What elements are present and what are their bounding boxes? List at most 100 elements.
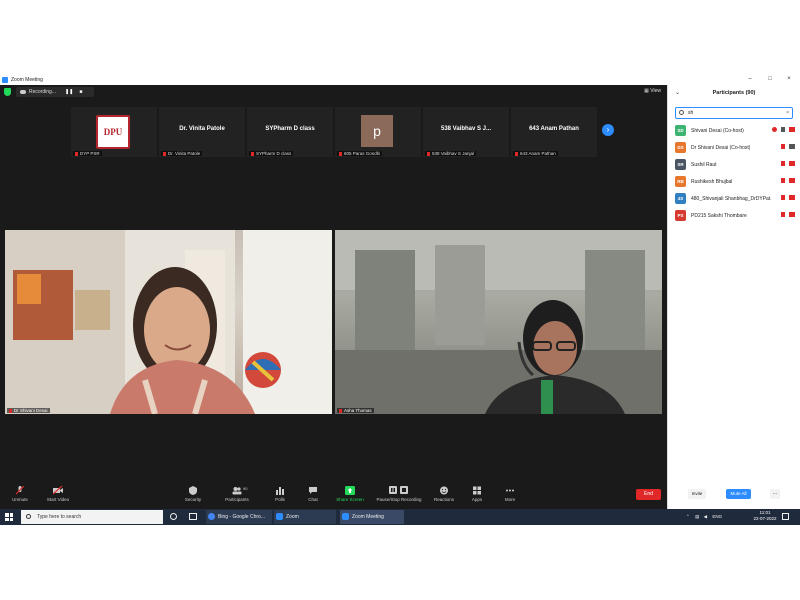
video-feed-participant[interactable]: Asha Thomas [335,230,662,414]
participant-search-input[interactable]: sh × [675,107,793,119]
participant-avatar: SD [675,125,686,136]
more-button[interactable]: More [490,486,530,502]
participant-status-icons [772,127,795,132]
participant-row[interactable]: SR Sushil Raut [675,157,795,174]
chat-icon [309,487,317,494]
share-screen-icon [345,486,355,495]
shield-icon [189,486,197,495]
strip-next-button[interactable]: › [602,124,614,136]
chat-label: Chat [308,497,318,502]
muted-mic-icon [339,408,342,413]
taskbar-clock[interactable]: 11:01 22-07-2022 [752,510,778,522]
close-button[interactable]: × [779,74,799,85]
taskbar-app-zoom[interactable]: Zoom [274,510,336,524]
participant-row[interactable]: DS Dr Shivani Desai (Co-host) [675,140,795,157]
participants-label: Participants [225,497,249,502]
security-button[interactable]: Security [173,486,213,502]
panel-more-button[interactable]: ... [770,489,780,499]
chevron-up-icon[interactable]: ⌃ [686,514,690,519]
speaker-video-scene [5,230,332,414]
mic-muted-icon [781,161,785,166]
muted-mic-icon [515,151,518,156]
meeting-area: Recording... ❚❚ ■ ▦ View DPU DYP PSR Dr.… [0,85,667,509]
notification-icon[interactable] [782,513,789,520]
participant-tile[interactable]: DPU DYP PSR [71,107,157,157]
muted-mic-icon [427,151,430,156]
participant-tile-title: SYPharm D class [265,126,315,132]
taskbar-search-input[interactable]: Type here to search [21,510,163,524]
participant-tile-title: Dr. Vinita Patole [179,126,225,132]
start-video-label: Start Video [46,497,70,502]
network-icon[interactable]: ▤ [695,514,699,519]
volume-icon[interactable]: ◀ [704,514,707,519]
tile-name-text: 538 Vaibhav S Janjal [432,151,474,156]
minimize-button[interactable]: – [740,74,760,85]
reactions-label: Reactions [433,497,454,502]
maximize-button[interactable]: □ [760,74,780,85]
taskbar-app-zoom-meeting[interactable]: Zoom Meeting [340,510,404,524]
shield-icon[interactable] [4,88,11,96]
participant-tile[interactable]: 538 Vaibhav S J... 538 Vaibhav S Janjal [423,107,509,157]
video-feed-speaker[interactable]: Dr Shivani Desai [5,230,332,414]
chat-button[interactable]: Chat [293,486,333,502]
participant-tile-name: DYP PSR [73,151,102,156]
participant-avatar: p [361,115,393,147]
recording-indicator: Recording... ❚❚ ■ [16,87,94,97]
window-title: Zoom Meeting [11,76,43,83]
video-name-label: Dr Shivani Desai [7,408,50,413]
recording-cloud-icon [20,90,26,94]
participant-tile-name: 605 Paras Gondhi [337,151,383,156]
view-button[interactable]: ▦ View [644,88,661,94]
invite-button[interactable]: Invite [688,489,706,499]
participant-tile-title: 538 Vaibhav S J... [440,126,492,132]
participant-avatar: SR [675,159,686,170]
participant-tile-name: Dr. Vinita Patole [161,151,203,156]
share-screen-button[interactable]: Share Screen [330,486,370,502]
pause-recording-icon[interactable]: ❚❚ [65,89,73,95]
dpu-logo: DPU [96,115,130,149]
participants-button[interactable]: Participants 90 [217,486,257,502]
start-video-button[interactable]: Start Video [38,486,78,502]
participant-tile-name: 643 Anam Pathan [513,151,558,156]
taskbar-app-chrome[interactable]: Bing - Google Chro... [206,510,272,524]
participant-status-icons [781,178,795,183]
clear-search-icon[interactable]: × [786,108,789,118]
participant-row[interactable]: PS PD215 Sakshi Thombare [675,208,795,225]
participant-row[interactable]: 4S 480_Shivanjali Shanbhag_DrDYPat... [675,191,795,208]
participant-avatar: RB [675,176,686,187]
participant-tile[interactable]: SYPharm D class SYPharm D class [247,107,333,157]
mic-muted-icon [781,144,785,149]
mute-all-button[interactable]: Mute All [726,489,751,499]
search-icon [679,110,684,115]
cortana-icon[interactable] [170,513,177,520]
video-off-icon [789,212,795,217]
dpu-logo-text: DPU [103,127,123,137]
tile-name-text: 643 Anam Pathan [520,151,556,156]
meeting-toolbar: Unmute Start Video Security Participants… [0,483,667,509]
participant-strip: DPU DYP PSR Dr. Vinita Patole Dr. Vinita… [71,107,597,157]
taskbar-app-label: Zoom [286,514,299,520]
participants-panel-footer: Invite Mute All ... [668,489,800,501]
muted-mic-icon [339,151,342,156]
participant-row[interactable]: SD Shivani Desai (Co-host) [675,123,795,140]
task-view-icon[interactable] [189,513,197,520]
unmute-button[interactable]: Unmute [0,486,40,502]
window-titlebar: Zoom Meeting – □ × [0,74,800,85]
participant-row[interactable]: RB Rushikesh Bhujbal [675,174,795,191]
chrome-icon [208,513,215,520]
video-off-icon [789,161,795,166]
participant-tile[interactable]: 643 Anam Pathan 643 Anam Pathan [511,107,597,157]
polls-icon [276,487,284,495]
participant-tile[interactable]: Dr. Vinita Patole Dr. Vinita Patole [159,107,245,157]
windows-start-icon[interactable] [5,513,13,521]
muted-mic-icon [75,151,78,156]
pause-stop-recording-button[interactable]: Pause/Stop Recording [373,486,425,502]
language-indicator[interactable]: ENG [712,514,722,519]
participant-tile[interactable]: p 605 Paras Gondhi [335,107,421,157]
stop-recording-icon[interactable]: ■ [79,89,82,95]
pause-stop-icon [389,486,408,494]
end-meeting-button[interactable]: End [636,489,661,500]
participant-tile-name: 538 Vaibhav S Janjal [425,151,476,156]
taskbar-app-label: Zoom Meeting [352,514,384,520]
muted-mic-icon [163,151,166,156]
